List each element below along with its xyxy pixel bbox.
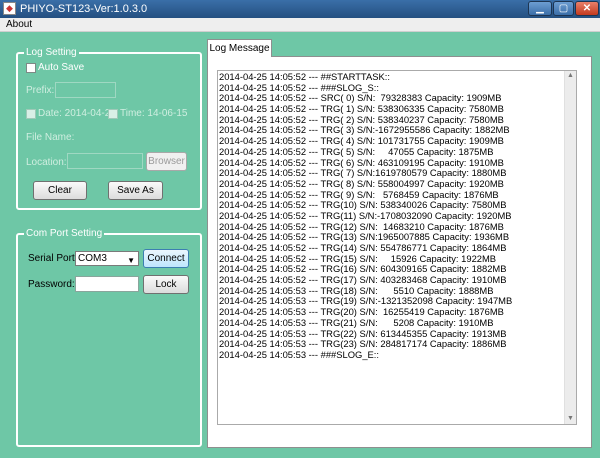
menu-bar: About	[0, 18, 600, 32]
title-bar[interactable]: ◆ PHIYO-ST123-Ver:1.0.3.0 ▁ ▢ ✕	[0, 0, 600, 18]
location-input[interactable]	[67, 153, 143, 169]
auto-save-checkbox[interactable]	[26, 63, 36, 73]
prefix-input[interactable]	[55, 82, 116, 98]
log-line: 2014-04-25 14:05:52 --- TRG( 5) S/N: 470…	[219, 145, 494, 157]
save-as-button[interactable]: Save As	[108, 181, 163, 200]
app-window: ◆ PHIYO-ST123-Ver:1.0.3.0 ▁ ▢ ✕ About Lo…	[0, 0, 600, 458]
time-label: Time: 14-06-15	[120, 108, 188, 119]
location-label: Location:	[26, 157, 67, 168]
serial-port-value: COM3	[78, 253, 107, 264]
close-button[interactable]: ✕	[575, 1, 599, 16]
clear-button[interactable]: Clear	[33, 181, 87, 200]
log-setting-legend: Log Setting	[24, 46, 79, 59]
window-title: PHIYO-ST123-Ver:1.0.3.0	[20, 3, 148, 15]
log-scrollbar[interactable]: ▲ ▼	[564, 71, 576, 424]
scroll-up-icon[interactable]: ▲	[565, 71, 576, 81]
prefix-label: Prefix:	[26, 85, 55, 96]
connect-button[interactable]: Connect	[143, 249, 189, 268]
lock-button[interactable]: Lock	[143, 275, 189, 294]
tab-log-message[interactable]: Log Message	[207, 39, 272, 57]
log-lines: 2014-04-25 14:05:52 --- ##STARTTASK:: 201…	[218, 71, 568, 361]
maximize-button[interactable]: ▢	[553, 1, 574, 16]
chevron-down-icon: ▼	[127, 256, 135, 265]
com-port-legend: Com Port Setting	[24, 227, 105, 240]
app-icon: ◆	[3, 2, 16, 15]
minimize-icon: ▁	[536, 3, 544, 14]
time-checkbox[interactable]	[108, 109, 118, 119]
browse-button[interactable]: Browser	[146, 152, 187, 171]
log-line: 2014-04-25 14:05:53 --- ###SLOG_E::	[219, 348, 379, 360]
maximize-icon: ▢	[558, 3, 569, 14]
auto-save-label: Auto Save	[38, 62, 85, 73]
password-input[interactable]	[75, 276, 139, 292]
serial-port-label: Serial Port:	[28, 253, 78, 264]
minimize-button[interactable]: ▁	[528, 1, 552, 16]
log-line: 2014-04-25 14:05:52 --- TRG( 8) S/N: 558…	[219, 177, 504, 189]
log-textarea[interactable]: 2014-04-25 14:05:52 --- ##STARTTASK:: 201…	[217, 70, 577, 425]
menu-item-about[interactable]: About	[6, 18, 32, 32]
date-checkbox[interactable]	[26, 109, 36, 119]
close-icon: ✕	[582, 3, 592, 14]
scroll-down-icon[interactable]: ▼	[565, 414, 576, 424]
password-label: Password:	[28, 279, 75, 290]
serial-port-select[interactable]: COM3 ▼	[75, 251, 139, 266]
log-line: 2014-04-25 14:05:53 --- TRG(21) S/N: 520…	[219, 316, 494, 328]
file-name-label: File Name:	[26, 132, 75, 143]
date-label: Date: 2014-04-25	[38, 108, 116, 119]
